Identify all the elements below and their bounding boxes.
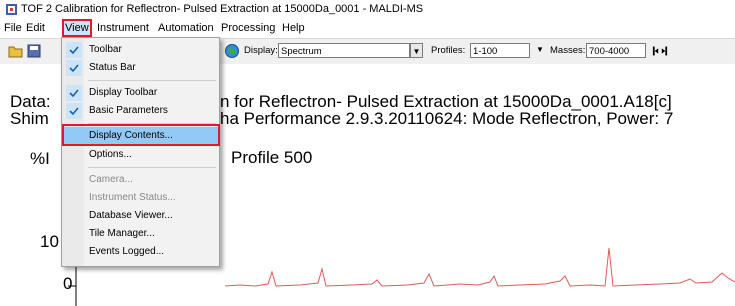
fit-range-icon[interactable] [652,43,668,59]
highlight-box [62,124,220,146]
checkmark-icon [66,103,82,119]
profiles-label: Profiles: [431,45,466,56]
menu-item-label: Toolbar [89,44,122,55]
app-icon [6,4,17,15]
spectrum-trace [224,247,735,287]
menu-item-label: Events Logged... [89,246,165,257]
menu-item-label: Status Bar [89,62,136,73]
menu-item-toolbar[interactable]: Toolbar [63,41,219,59]
display-select[interactable]: Spectrum [278,43,410,58]
globe-icon[interactable] [224,43,240,59]
masses-label: Masses: [550,45,586,56]
menu-item-status-bar[interactable]: Status Bar [63,59,219,77]
menu-file[interactable]: File [4,22,22,34]
checkmark-icon [66,60,82,76]
menu-separator [88,167,216,168]
menu-item-basic-parameters[interactable]: Basic Parameters [63,102,219,120]
menu-item-label: Instrument Status... [89,192,176,203]
menu-instrument[interactable]: Instrument [97,22,149,34]
menu-view[interactable]: View [62,19,92,37]
menu-item-database-viewer[interactable]: Database Viewer... [63,207,219,225]
checkmark-icon [66,85,82,101]
menu-item-label: Database Viewer... [89,210,173,221]
menu-item-events-logged[interactable]: Events Logged... [63,243,219,261]
profiles-dropdown-icon[interactable]: ▼ [536,45,544,54]
menu-item-label: Camera... [89,174,133,185]
menu-item-label: Display Toolbar [89,87,158,98]
menu-item-instrument-status: Instrument Status... [63,189,219,207]
masses-field[interactable]: 700-4000 [586,43,646,58]
profiles-field[interactable]: 1-100 [470,43,530,58]
title-bar: TOF 2 Calibration for Reflectron- Pulsed… [0,0,735,20]
menu-item-camera: Camera... [63,171,219,189]
menu-processing[interactable]: Processing [221,22,275,34]
menu-item-label: Options... [89,149,132,160]
open-folder-icon[interactable] [8,43,24,59]
menu-separator [88,80,216,81]
menu-item-tile-manager[interactable]: Tile Manager... [63,225,219,243]
menu-item-display-toolbar[interactable]: Display Toolbar [63,84,219,102]
view-menu: Toolbar Status Bar Display Toolbar Basic… [61,37,220,267]
menu-item-options[interactable]: Options... [63,146,219,164]
chevron-down-icon[interactable]: ▼ [410,43,423,58]
display-label: Display: [244,45,278,56]
save-icon[interactable] [26,43,42,59]
menu-item-label: Basic Parameters [89,105,168,116]
window-title: TOF 2 Calibration for Reflectron- Pulsed… [21,3,424,15]
menu-edit[interactable]: Edit [26,22,45,34]
menu-automation[interactable]: Automation [158,22,214,34]
menu-bar: File Edit View Instrument Automation Pro… [0,19,735,38]
checkmark-icon [66,42,82,58]
menu-item-label: Tile Manager... [89,228,155,239]
menu-help[interactable]: Help [282,22,305,34]
